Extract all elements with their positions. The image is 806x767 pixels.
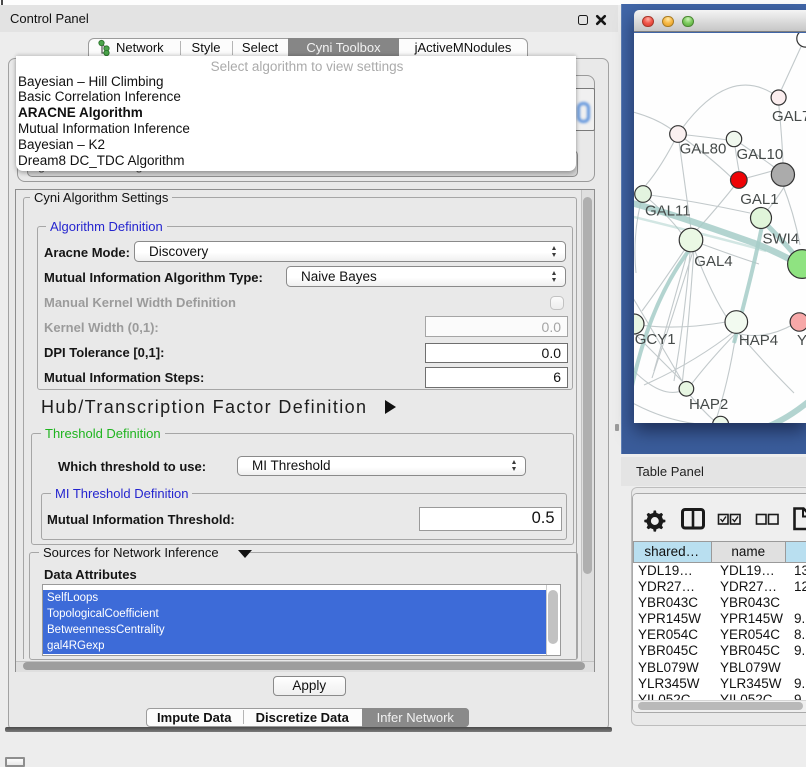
svg-text:GAL1: GAL1 [740, 191, 778, 208]
svg-text:GAL10: GAL10 [737, 146, 784, 163]
svg-text:HAP2: HAP2 [689, 396, 728, 413]
svg-text:Y: Y [797, 332, 806, 349]
svg-text:GAL80: GAL80 [680, 141, 727, 158]
svg-text:GAL7: GAL7 [772, 108, 806, 125]
svg-text:GAL4: GAL4 [694, 253, 732, 270]
svg-text:SWI4: SWI4 [763, 231, 800, 248]
svg-text:GAL11: GAL11 [645, 203, 691, 220]
svg-text:GCY1: GCY1 [635, 331, 676, 348]
svg-text:HAP4: HAP4 [739, 332, 778, 349]
